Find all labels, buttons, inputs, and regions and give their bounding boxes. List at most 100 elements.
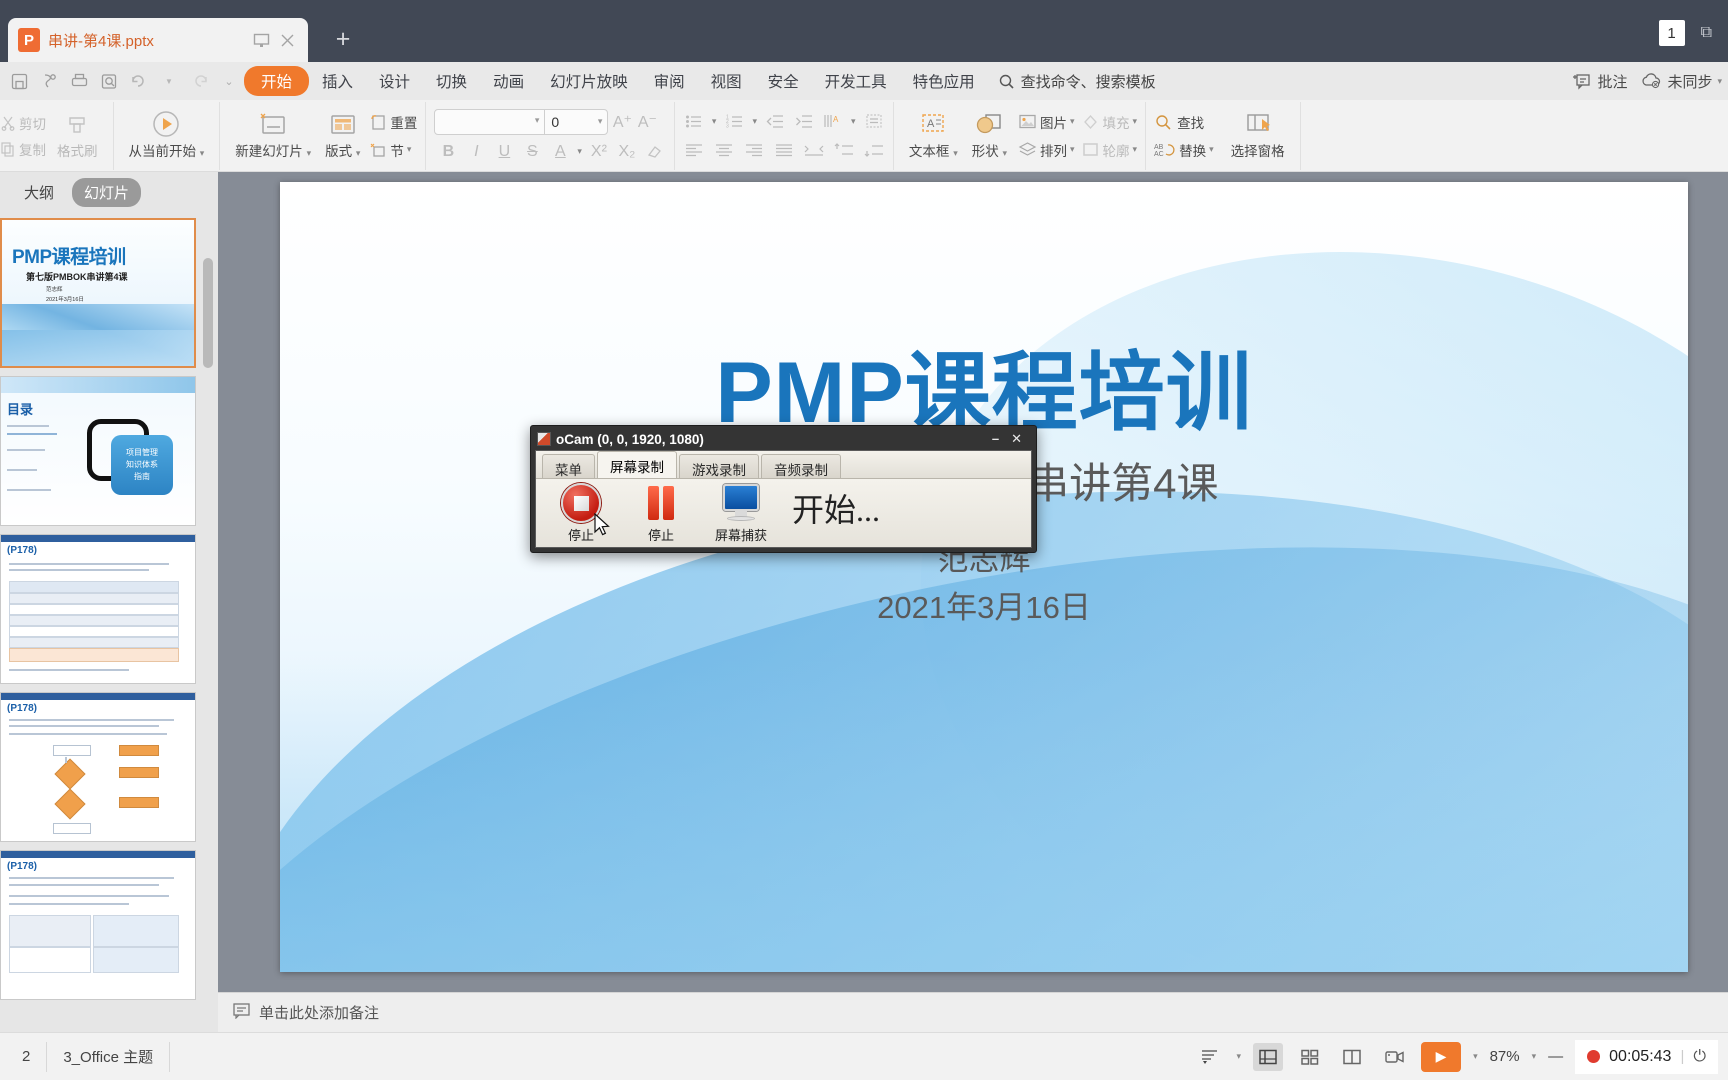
print-preview-icon[interactable] bbox=[94, 66, 124, 96]
chevron-down-icon[interactable]: ▾ bbox=[307, 148, 312, 158]
align-text-icon[interactable] bbox=[863, 110, 885, 132]
reading-view-icon[interactable] bbox=[1337, 1043, 1367, 1071]
restore-button[interactable]: ⧉ bbox=[1695, 22, 1718, 44]
menu-item-security[interactable]: 安全 bbox=[755, 66, 812, 96]
ocam-close-button[interactable]: ✕ bbox=[1011, 431, 1022, 447]
strikethrough-button[interactable]: S bbox=[521, 141, 543, 163]
sync-status[interactable]: 未同步 ▾ bbox=[1641, 71, 1722, 92]
customize-quick-access-icon[interactable]: ⌄ bbox=[214, 66, 244, 96]
copy-button[interactable]: 复制 bbox=[0, 139, 46, 159]
chevron-down-icon[interactable]: ▾ bbox=[577, 146, 582, 157]
line-spacing-increase-icon[interactable] bbox=[833, 139, 855, 161]
textbox-button[interactable]: A 文本框 ▾ bbox=[902, 110, 965, 162]
chevron-down-icon[interactable]: ▾ bbox=[356, 148, 361, 158]
outline-button[interactable]: 轮廓 ▾ bbox=[1081, 140, 1138, 160]
arrange-button[interactable]: 排列 ▾ bbox=[1018, 140, 1075, 160]
find-button[interactable]: 查找 bbox=[1154, 112, 1214, 132]
menu-item-view[interactable]: 视图 bbox=[698, 66, 755, 96]
replace-button[interactable]: AB AC 替换 ▾ bbox=[1154, 140, 1214, 160]
slide-thumbnail-2[interactable]: 目录 项目管理 知识体系 指南 bbox=[0, 376, 196, 526]
chevron-down-icon[interactable]: ▾ bbox=[1473, 1051, 1478, 1062]
menu-item-design[interactable]: 设计 bbox=[366, 66, 423, 96]
distribute-icon[interactable] bbox=[803, 139, 825, 161]
ocam-tab-screen-record[interactable]: 屏幕录制 bbox=[597, 451, 677, 478]
presenter-view-icon[interactable] bbox=[1379, 1043, 1409, 1071]
align-center-icon[interactable] bbox=[713, 139, 735, 161]
ocam-tab-menu[interactable]: 菜单 bbox=[542, 454, 595, 478]
ocam-pause-button[interactable]: 停止 bbox=[630, 483, 692, 544]
chevron-down-icon[interactable]: ▾ bbox=[1133, 144, 1138, 155]
selection-pane-button[interactable]: 选择窗格 bbox=[1224, 110, 1292, 162]
justify-icon[interactable] bbox=[773, 139, 795, 161]
new-slide-button[interactable]: 新建幻灯片 ▾ bbox=[228, 110, 318, 162]
slide-date-text[interactable]: 2021年3月16日 bbox=[280, 582, 1688, 627]
layout-button[interactable]: 版式 ▾ bbox=[318, 110, 367, 162]
power-icon[interactable]: ⏻ bbox=[1693, 1048, 1706, 1066]
slide-thumbnail-list[interactable]: PMP课程培训 第七版PMBOK串讲第4课 范志辉 2021年3月16日 目录 bbox=[0, 212, 218, 1032]
italic-button[interactable]: I bbox=[465, 141, 487, 163]
slide-thumbnail-1[interactable]: PMP课程培训 第七版PMBOK串讲第4课 范志辉 2021年3月16日 bbox=[0, 218, 196, 368]
menu-item-devtools[interactable]: 开发工具 bbox=[812, 66, 900, 96]
numbering-icon[interactable]: 123 bbox=[723, 110, 745, 132]
slide-sorter-icon[interactable] bbox=[1295, 1043, 1325, 1071]
text-direction-icon[interactable]: A bbox=[822, 110, 844, 132]
chevron-down-icon[interactable]: ▾ bbox=[1133, 116, 1138, 127]
document-tab[interactable]: P 串讲-第4课.pptx bbox=[8, 18, 308, 62]
chevron-down-icon[interactable]: ▾ bbox=[1717, 76, 1722, 87]
format-painter-button[interactable]: 格式刷 bbox=[50, 110, 105, 162]
bullets-icon[interactable] bbox=[683, 110, 705, 132]
outline-view-icon[interactable] bbox=[1195, 1043, 1225, 1071]
picture-button[interactable]: 图片 ▾ bbox=[1018, 112, 1075, 132]
undo-icon[interactable] bbox=[124, 66, 154, 96]
play-slideshow-button[interactable]: ▶ bbox=[1421, 1041, 1462, 1072]
undo-dropdown-icon[interactable]: ▼ bbox=[154, 66, 184, 96]
align-left-icon[interactable] bbox=[683, 139, 705, 161]
ocam-tab-audio-record[interactable]: 音频录制 bbox=[761, 454, 841, 478]
comment-button[interactable]: 批注 bbox=[1573, 71, 1627, 92]
chevron-down-icon[interactable]: ▾ bbox=[953, 148, 958, 158]
search-commands[interactable]: 查找命令、搜索模板 bbox=[998, 71, 1156, 92]
menu-item-featured-apps[interactable]: 特色应用 bbox=[900, 66, 988, 96]
decrease-indent-icon[interactable] bbox=[764, 110, 786, 132]
chevron-down-icon[interactable]: ▾ bbox=[200, 148, 205, 158]
decrease-font-size-icon[interactable]: A⁻ bbox=[636, 111, 658, 133]
save-icon[interactable] bbox=[4, 66, 34, 96]
slide-thumbnail-5[interactable]: (P178) bbox=[0, 850, 196, 1000]
cut-button[interactable]: 剪切 bbox=[0, 113, 46, 133]
menu-item-insert[interactable]: 插入 bbox=[309, 66, 366, 96]
font-color-button[interactable]: A bbox=[549, 141, 571, 163]
section-button[interactable]: 节 ▾ bbox=[369, 140, 417, 160]
chevron-down-icon[interactable]: ▾ bbox=[1209, 144, 1214, 155]
ocam-dialog[interactable]: oCam (0, 0, 1920, 1080) – ✕ 菜单 屏幕录制 游戏录制… bbox=[530, 425, 1037, 553]
shapes-button[interactable]: 形状 ▾ bbox=[965, 110, 1014, 162]
save-as-icon[interactable] bbox=[34, 66, 64, 96]
increase-indent-icon[interactable] bbox=[793, 110, 815, 132]
reset-button[interactable]: 重置 bbox=[369, 112, 417, 132]
chevron-down-icon[interactable]: ▾ bbox=[407, 144, 412, 155]
ocam-minimize-button[interactable]: – bbox=[992, 431, 999, 447]
slide-thumbnail-4[interactable]: (P178) bbox=[0, 692, 196, 842]
ocam-title-bar[interactable]: oCam (0, 0, 1920, 1080) – ✕ bbox=[533, 428, 1034, 450]
chevron-down-icon[interactable]: ▾ bbox=[1070, 116, 1075, 127]
zoom-level[interactable]: 87% bbox=[1490, 1048, 1520, 1065]
ocam-tab-game-record[interactable]: 游戏录制 bbox=[679, 454, 759, 478]
underline-button[interactable]: U bbox=[493, 141, 515, 163]
slide-thumbnail-3[interactable]: (P178) bbox=[0, 534, 196, 684]
chevron-down-icon[interactable]: ▾ bbox=[1002, 148, 1007, 158]
menu-item-animation[interactable]: 动画 bbox=[480, 66, 537, 96]
font-size-select[interactable]: 0 ▾ bbox=[545, 110, 607, 134]
menu-item-review[interactable]: 审阅 bbox=[641, 66, 698, 96]
current-slide[interactable]: PMP课程培训 第七版PMBOK串讲第4课 范志辉 2021年3月16日 bbox=[280, 182, 1688, 972]
sidebar-scrollbar[interactable] bbox=[203, 258, 213, 368]
notes-bar[interactable]: 单击此处添加备注 bbox=[218, 992, 1728, 1032]
tab-outline[interactable]: 大纲 bbox=[12, 178, 66, 207]
close-tab-icon[interactable] bbox=[276, 29, 298, 51]
status-theme-name[interactable]: 3_Office 主题 bbox=[47, 1041, 171, 1072]
line-spacing-decrease-icon[interactable] bbox=[863, 139, 885, 161]
chevron-down-icon[interactable]: ▾ bbox=[1237, 1051, 1242, 1062]
clear-format-icon[interactable] bbox=[644, 141, 666, 163]
increase-font-size-icon[interactable]: A⁺ bbox=[611, 111, 633, 133]
align-right-icon[interactable] bbox=[743, 139, 765, 161]
present-icon[interactable] bbox=[250, 29, 272, 51]
new-tab-button[interactable]: + bbox=[328, 26, 358, 56]
